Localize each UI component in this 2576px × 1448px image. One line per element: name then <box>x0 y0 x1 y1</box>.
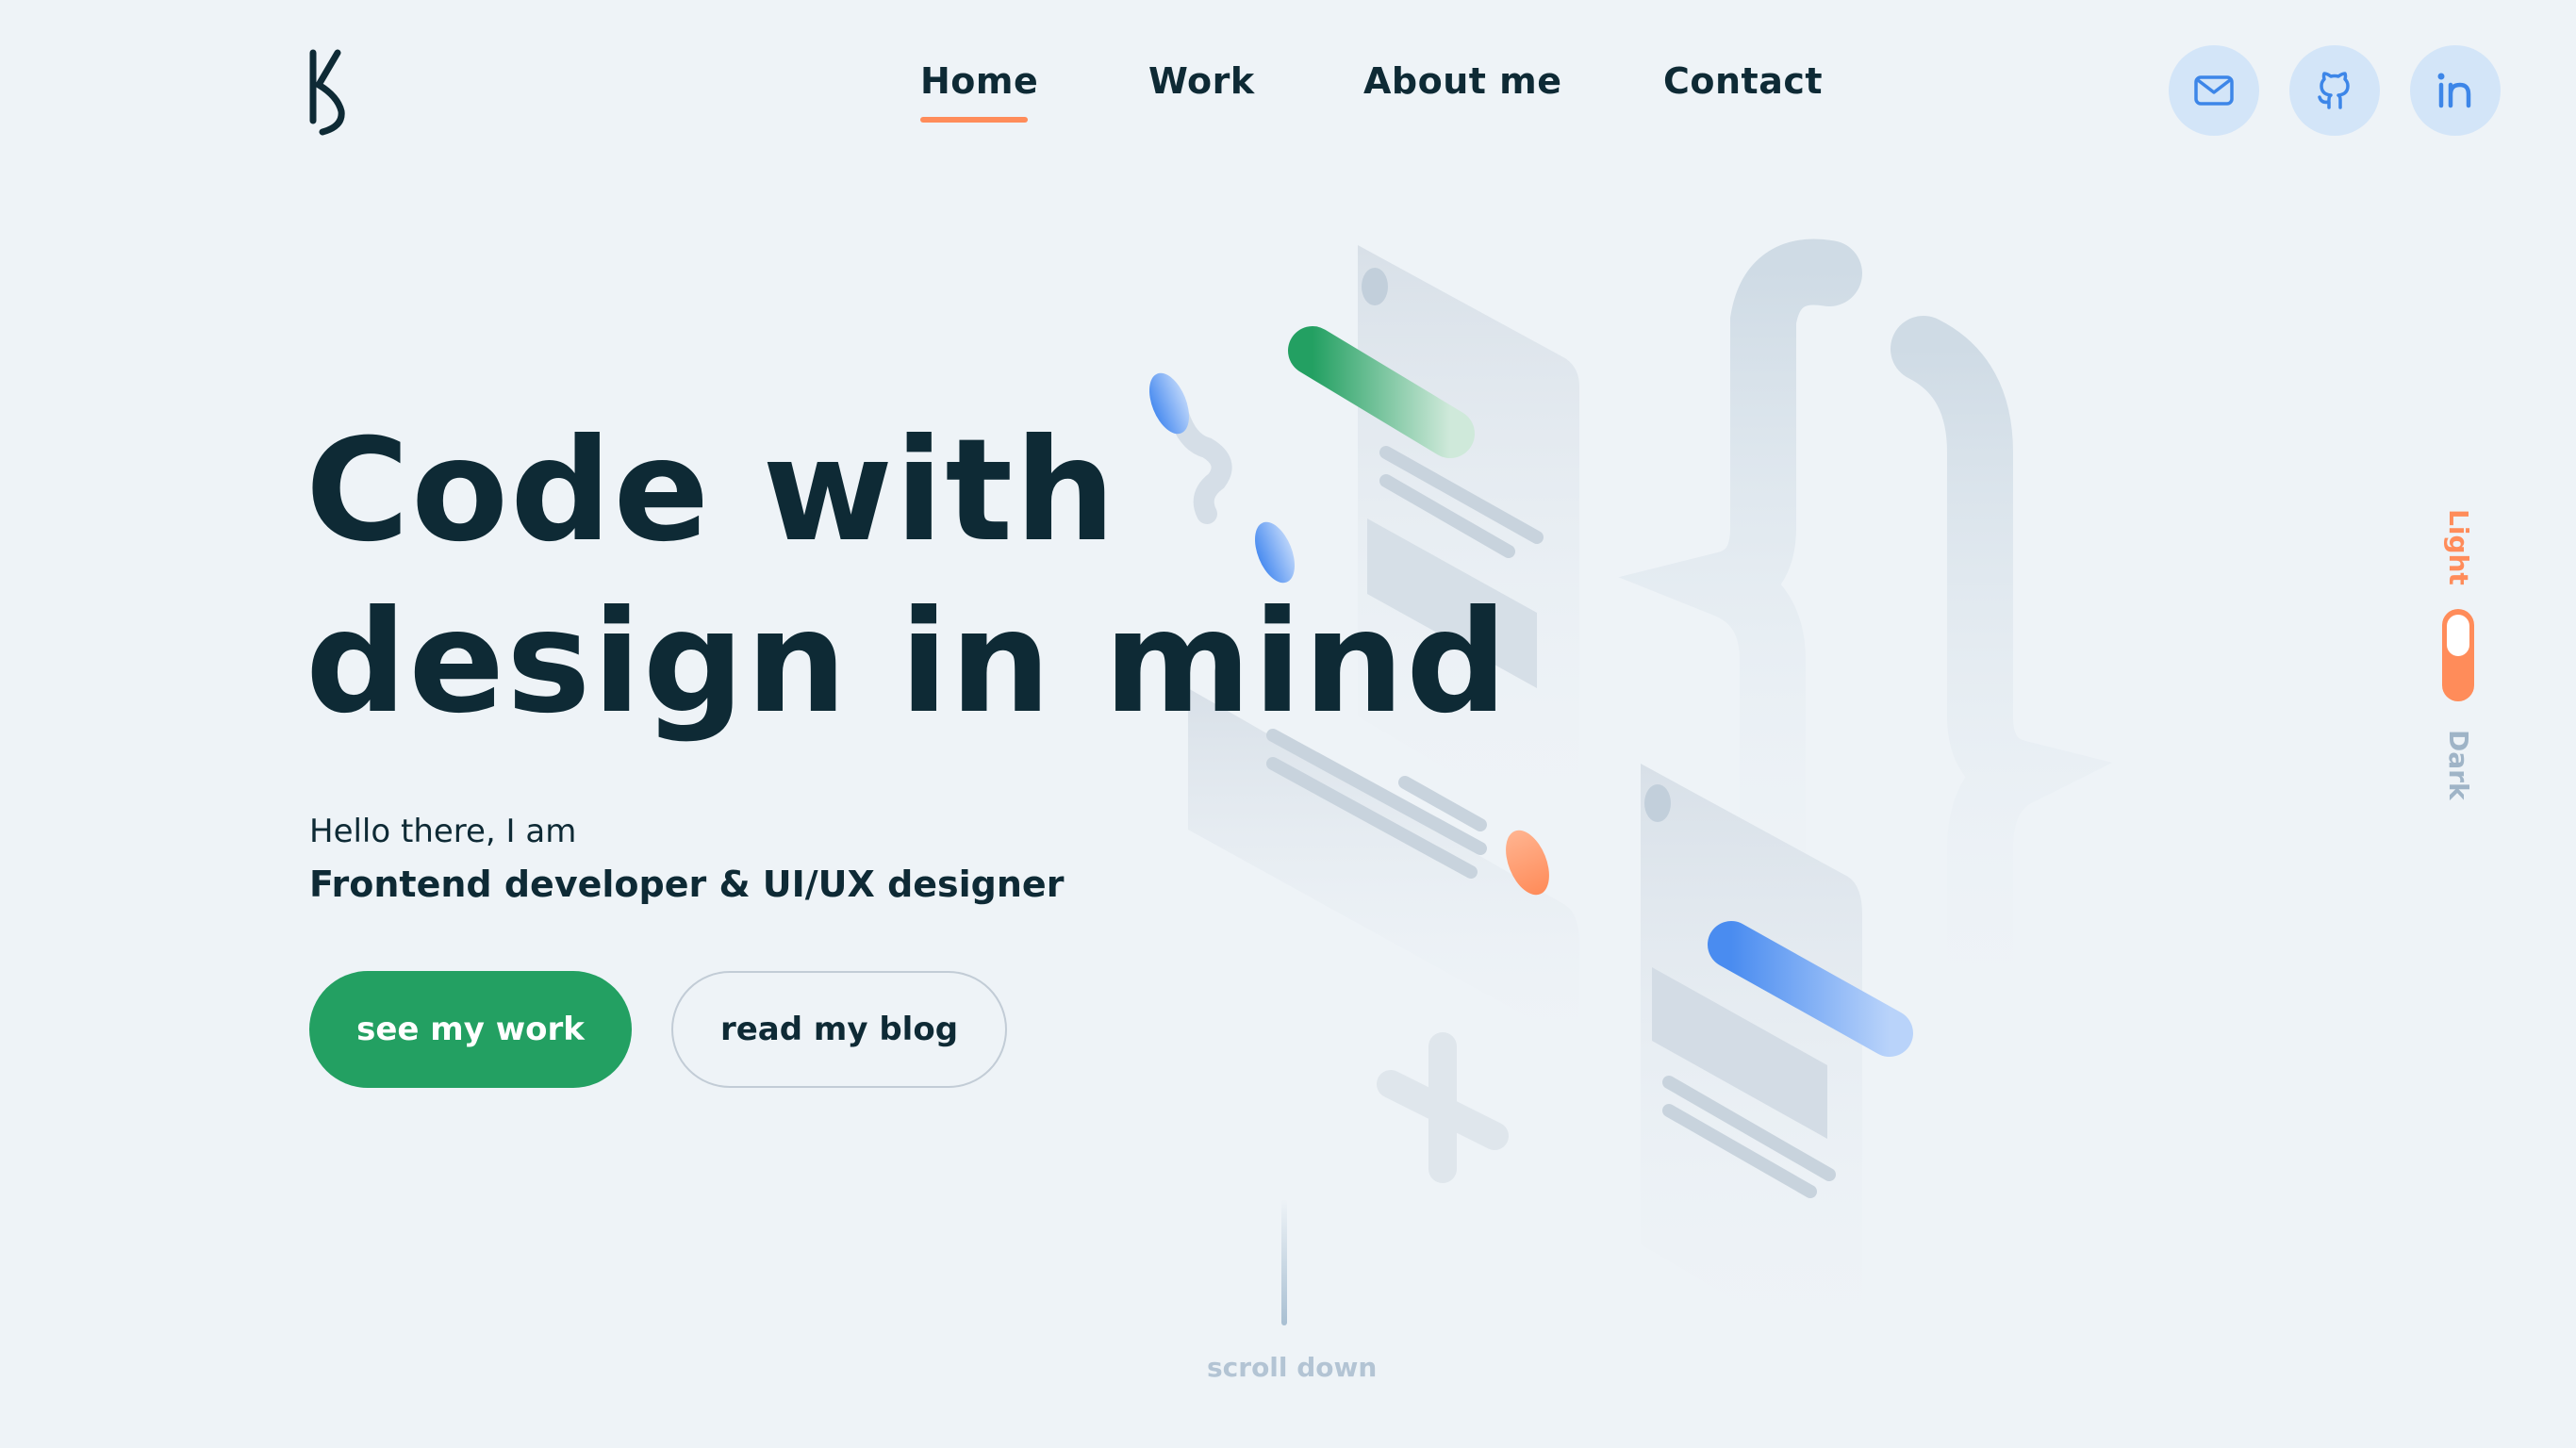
nav-home[interactable]: Home <box>920 60 1038 102</box>
theme-light-label[interactable]: Light <box>2443 509 2474 585</box>
nav-work[interactable]: Work <box>1148 60 1255 102</box>
theme-dark-label[interactable]: Dark <box>2443 730 2474 800</box>
linkedin-button[interactable] <box>2410 45 2501 136</box>
hero-headline-line-1: Code with <box>305 409 1117 573</box>
nav-contact[interactable]: Contact <box>1663 60 1823 102</box>
nav-active-underline <box>920 117 1028 123</box>
hero-role: Frontend developer & UI/UX designer <box>309 864 1065 905</box>
theme-toggle: Light Dark <box>2433 500 2485 811</box>
logo[interactable] <box>305 49 351 136</box>
theme-switch-knob <box>2447 615 2469 656</box>
theme-switch[interactable] <box>2442 609 2474 701</box>
logo-mark-icon <box>309 49 345 136</box>
github-icon <box>2318 72 2350 109</box>
scroll-down-label[interactable]: scroll down <box>1207 1352 1377 1383</box>
mail-icon <box>2194 75 2234 106</box>
linkedin-icon <box>2437 73 2471 108</box>
hero-greeting: Hello there, I am <box>309 813 577 850</box>
plus-decoration <box>1377 1032 1509 1183</box>
see-my-work-button[interactable]: see my work <box>309 971 632 1088</box>
nav-about[interactable]: About me <box>1363 60 1562 102</box>
github-button[interactable] <box>2289 45 2380 136</box>
portfolio-page: Home Work About me Contact Code with des… <box>0 0 2576 1448</box>
hero-headline: Code with design in mind <box>305 405 1531 749</box>
ui-card-bottom <box>1641 764 1913 1376</box>
hero-headline-line-2: design in mind <box>305 581 1510 745</box>
hero-illustration <box>1149 239 2113 1376</box>
read-my-blog-button[interactable]: read my blog <box>671 971 1007 1088</box>
mail-button[interactable] <box>2169 45 2259 136</box>
